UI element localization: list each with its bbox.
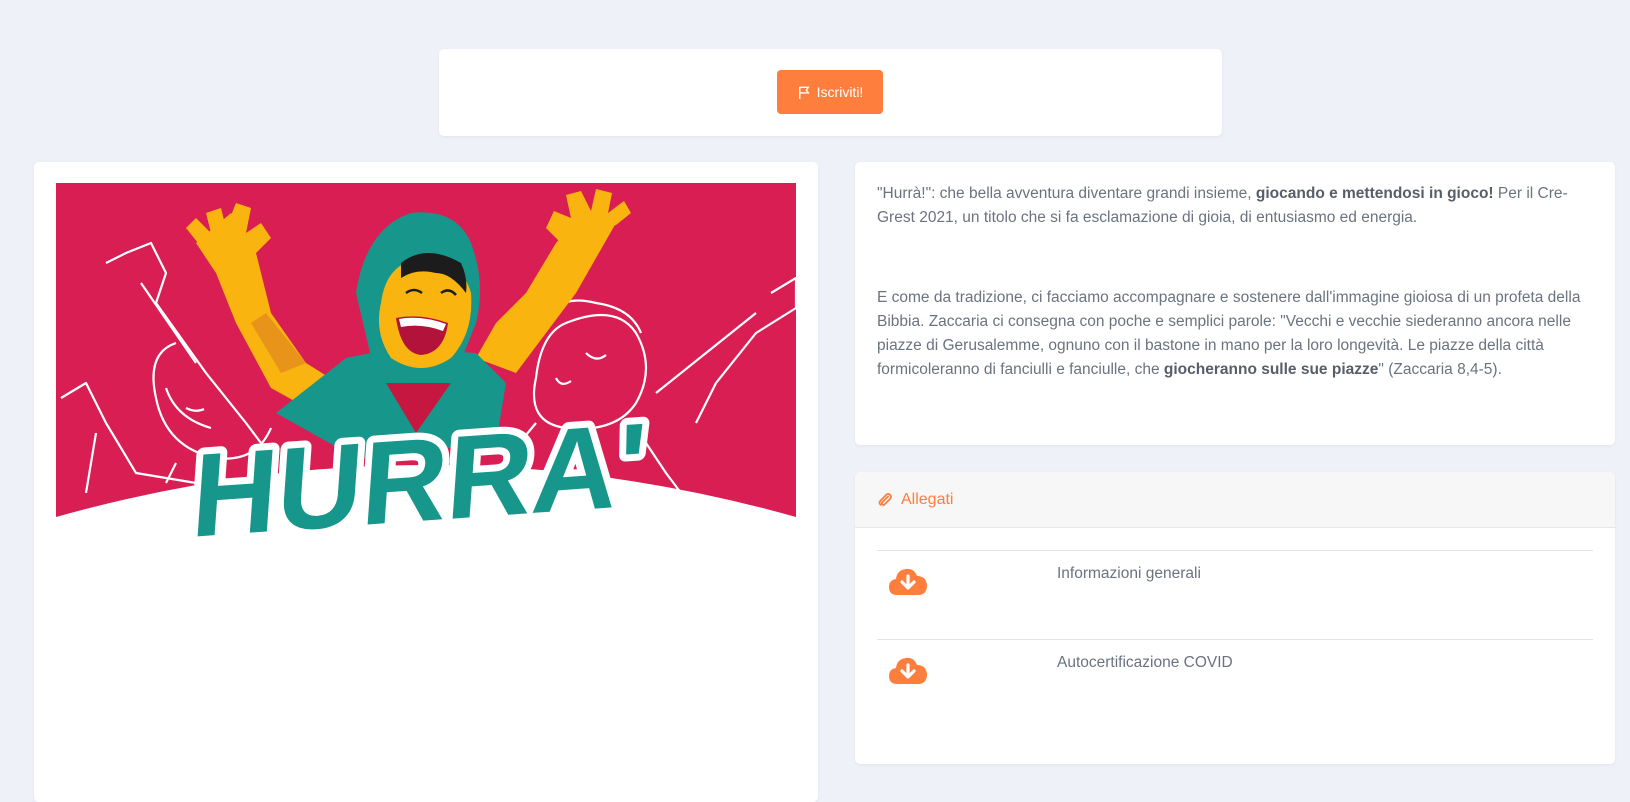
cloud-download-icon[interactable]	[887, 654, 929, 688]
description-text: "Hurrà!": che bella avventura diventare …	[877, 182, 1597, 382]
list-item: Autocertificazione COVID	[877, 639, 1593, 728]
attachments-list: Informazioni generali Autocertificazione…	[877, 550, 1593, 728]
description-paragraph-2: E come da tradizione, ci facciamo accomp…	[877, 286, 1597, 382]
hero-illustration: HURRA' HURRA'	[56, 183, 796, 570]
description-text-span: "Hurrà!": che bella avventura diventare …	[877, 185, 1256, 202]
description-bold-span: giocheranno sulle sue piazze	[1163, 361, 1379, 378]
signup-card: Iscriviti!	[439, 49, 1222, 136]
attachment-name[interactable]: Autocertificazione COVID	[1057, 654, 1233, 672]
description-card: "Hurrà!": che bella avventura diventare …	[855, 162, 1615, 445]
attachment-name[interactable]: Informazioni generali	[1057, 565, 1201, 583]
list-item: Informazioni generali	[877, 550, 1593, 639]
attachments-header: Allegati	[855, 472, 1615, 528]
attachments-card: Allegati Informazioni generali Autocerti…	[855, 472, 1615, 764]
flag-icon	[798, 86, 810, 99]
description-bold-span: giocando e mettendosi in gioco!	[1255, 185, 1494, 202]
attachments-title: Allegati	[901, 490, 954, 508]
description-text-span: " (Zaccaria 8,4-5).	[1378, 361, 1502, 378]
signup-button-label: Iscriviti!	[816, 84, 864, 100]
paperclip-icon	[878, 492, 892, 506]
description-paragraph-1: "Hurrà!": che bella avventura diventare …	[877, 182, 1597, 230]
cloud-download-icon[interactable]	[887, 565, 929, 599]
signup-button[interactable]: Iscriviti!	[777, 70, 883, 114]
hero-image-card: HURRA' HURRA'	[34, 162, 818, 802]
